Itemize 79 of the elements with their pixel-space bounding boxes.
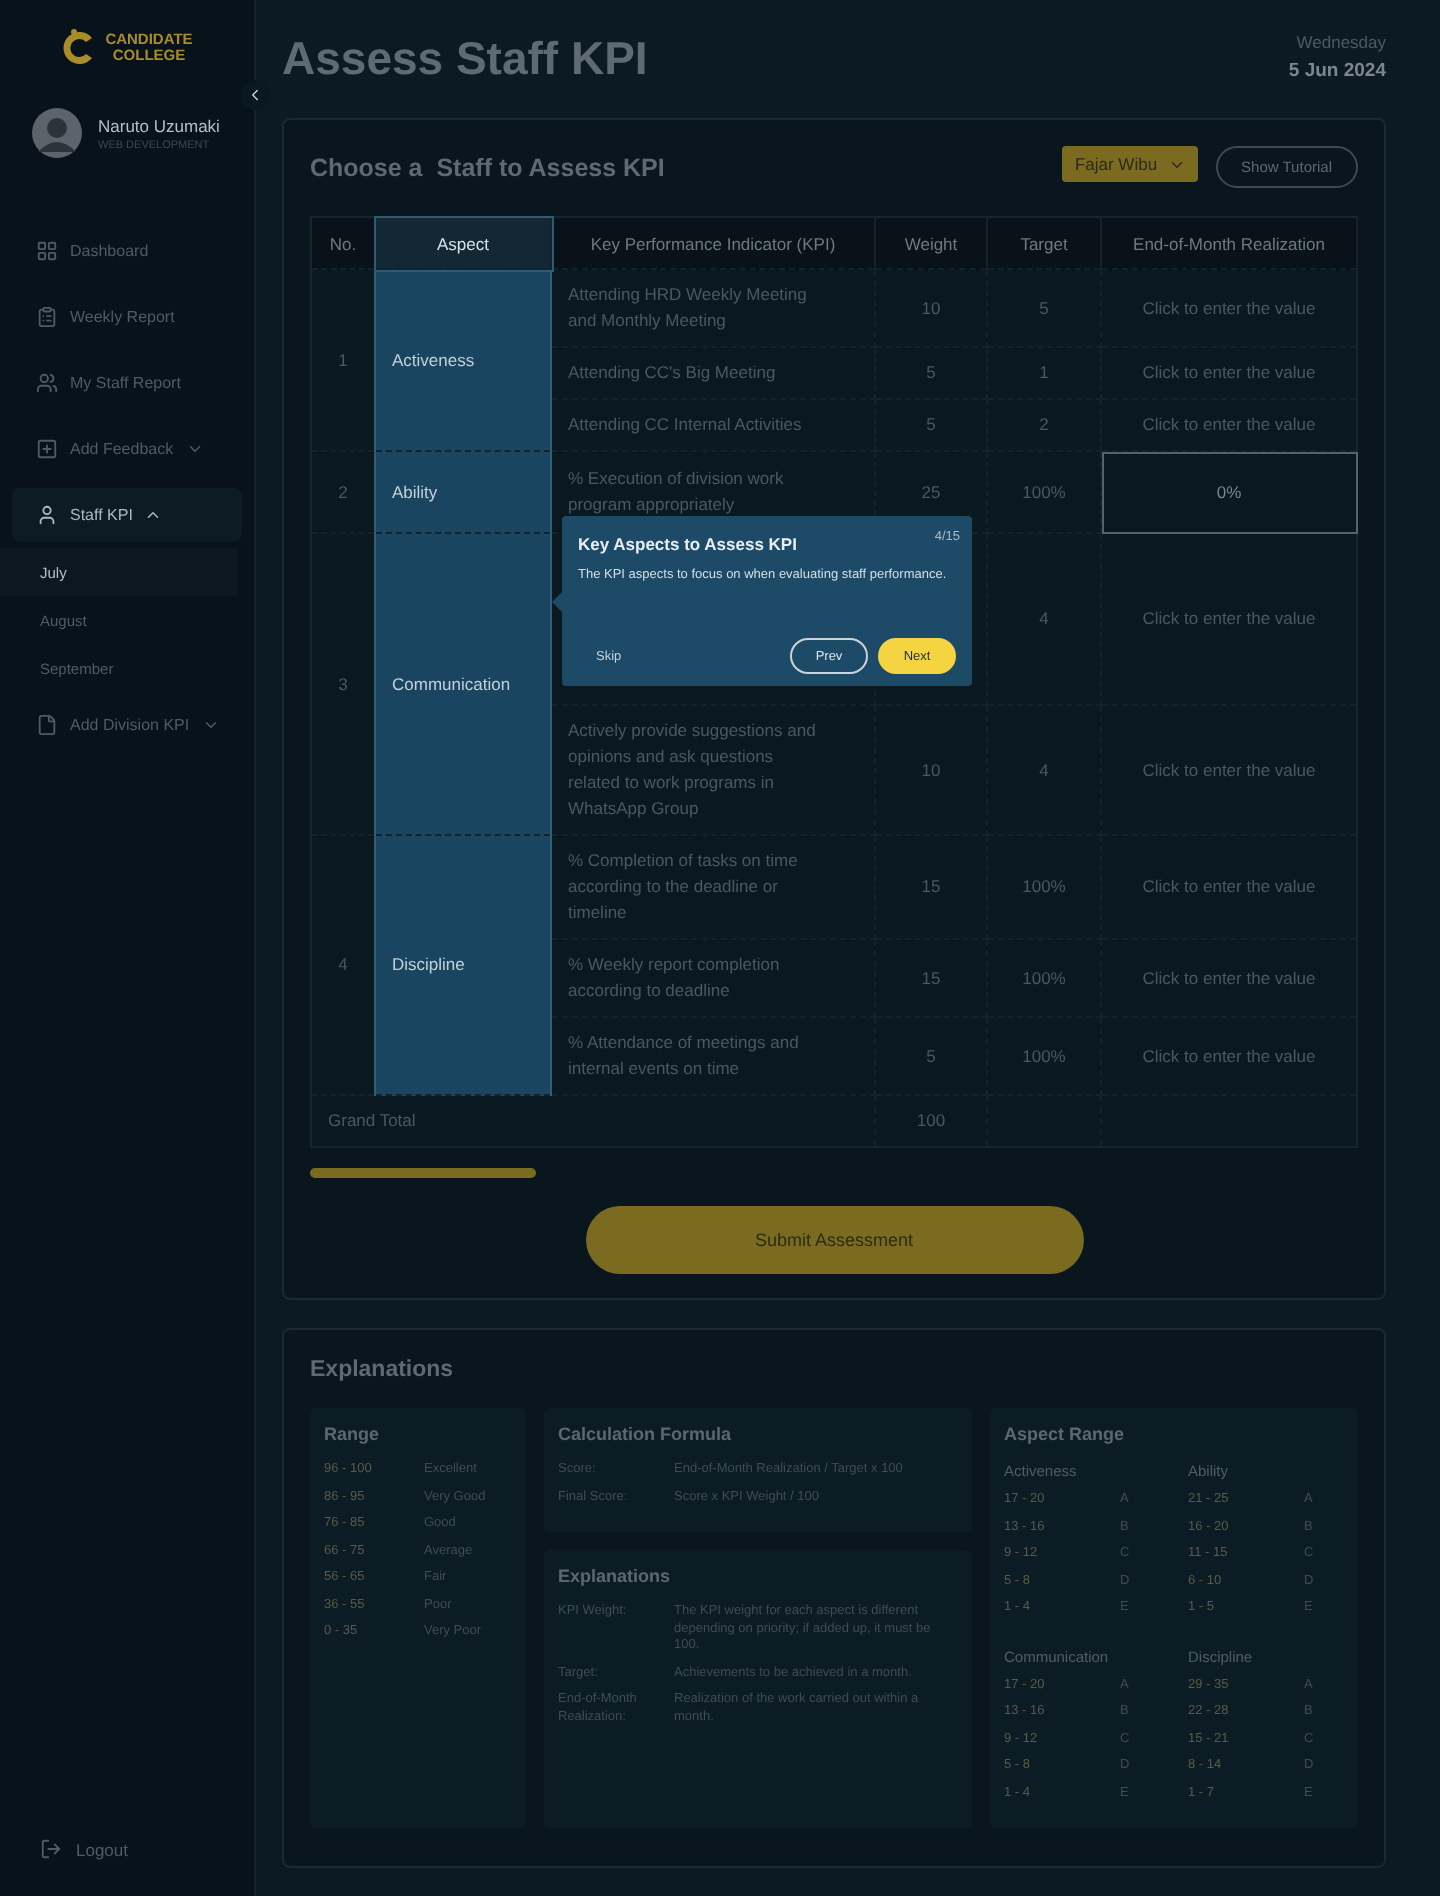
table-cell: 1 xyxy=(311,269,375,451)
table-cell: 15 xyxy=(875,835,987,939)
table-cell: % Completion of tasks on time according to the deadline or timeline xyxy=(551,835,875,939)
panel-title: Calculation Formula xyxy=(558,1424,734,1444)
value-field[interactable]: Click to enter the value xyxy=(1101,399,1357,451)
table-cell: 1 xyxy=(987,347,1101,399)
panel-title: Aspect Range xyxy=(1004,1424,1127,1444)
table-cell: % Attendance of meetings and internal events on time xyxy=(551,1017,875,1095)
table-cell: Attending CC's Big Meeting xyxy=(551,347,875,399)
date: 5 Jun 2024 xyxy=(1288,60,1386,82)
table-cell: 10 xyxy=(875,705,987,835)
table-cell: 5 xyxy=(987,269,1101,347)
submit-button[interactable]: Submit Assessment xyxy=(585,1206,1083,1274)
value-field[interactable]: Click to enter the value xyxy=(1101,705,1357,835)
page-title: Assess Staff KPI xyxy=(282,32,648,86)
table-cell: Discipline xyxy=(375,835,551,1095)
chevron-left-icon xyxy=(246,86,264,104)
grid-icon xyxy=(36,240,58,262)
table-cell: 100% xyxy=(987,835,1101,939)
weekday: Wednesday xyxy=(1296,32,1386,52)
table-cell: % Weekly report completion according to deadline xyxy=(551,939,875,1017)
table-cell: Ability xyxy=(375,451,551,533)
value-field[interactable]: Click to enter the value xyxy=(1101,347,1357,399)
logout-link[interactable]: Logout xyxy=(0,1838,254,1860)
logout-icon xyxy=(40,1838,62,1860)
table-cell: Attending CC Internal Activities xyxy=(551,399,875,451)
table-cell: 5 xyxy=(875,347,987,399)
value-field[interactable]: Click to enter the value xyxy=(1101,939,1357,1017)
table-cell: 2 xyxy=(311,451,375,533)
table-cell: 4 xyxy=(987,533,1101,705)
staff-select[interactable]: Fajar Wibu xyxy=(1062,146,1198,182)
column-header: End-of-Month Realization xyxy=(1101,217,1357,269)
column-header: Key Performance Indicator (KPI) xyxy=(551,217,875,269)
table-cell: Communication xyxy=(375,533,551,835)
table-cell: Grand Total xyxy=(311,1095,875,1147)
column-header: No. xyxy=(311,217,375,269)
person-icon xyxy=(36,504,58,526)
document-icon xyxy=(36,306,58,328)
table-cell: 15 xyxy=(875,939,987,1017)
table-cell: 5 xyxy=(875,1017,987,1095)
scrollbar[interactable] xyxy=(310,1168,536,1178)
column-header: Target xyxy=(987,217,1101,269)
table-cell: 4 xyxy=(987,705,1101,835)
value-field[interactable]: Click to enter the value xyxy=(1101,835,1357,939)
table-cell: 100 xyxy=(875,1095,987,1147)
table-cell: 2 xyxy=(987,399,1101,451)
nav-item[interactable]: Dashboard xyxy=(12,224,242,278)
card-title: Choose a Staff to Assess KPI xyxy=(310,153,665,181)
table-cell: Activeness xyxy=(375,269,551,451)
nav-item[interactable]: Add Feedback xyxy=(12,422,242,476)
table-cell: 100% xyxy=(987,1017,1101,1095)
nav-item[interactable]: Staff KPI xyxy=(12,488,242,542)
table-cell: Attending HRD Weekly Meeting and Monthly Meeting xyxy=(551,269,875,347)
section-title: Explanations xyxy=(310,1358,456,1382)
value-field[interactable]: Click to enter the value xyxy=(1101,269,1357,347)
table-cell: Actively provide suggestions and opinions and ask questions related to work programs in WhatsApp Group xyxy=(551,705,875,835)
nav-item[interactable]: Weekly Report xyxy=(12,290,242,344)
logo-icon xyxy=(61,28,98,68)
nav-item[interactable]: My Staff Report xyxy=(12,356,242,410)
column-header: Weight xyxy=(875,217,987,269)
table-cell: 100% xyxy=(987,451,1101,533)
popover-title: Key Aspects to Assess KPI xyxy=(578,534,797,554)
table-cell: 5 xyxy=(875,399,987,451)
nav-item[interactable]: Add Division KPI xyxy=(12,698,242,752)
people-icon xyxy=(36,372,58,394)
avatar xyxy=(32,108,82,158)
value-field[interactable]: Click to enter the value xyxy=(1101,533,1357,705)
column-header: Aspect xyxy=(375,217,551,269)
profile-name: Naruto Uzumaki xyxy=(98,115,220,135)
table-cell: 4 xyxy=(311,835,375,1095)
plus-square-icon xyxy=(36,438,58,460)
table-cell: 100% xyxy=(987,939,1101,1017)
panel-title: Range xyxy=(324,1424,382,1444)
panel-title: Explanations xyxy=(558,1566,673,1586)
file-icon xyxy=(36,714,58,736)
table-cell: 3 xyxy=(311,533,375,835)
value-field[interactable]: Click to enter the value xyxy=(1101,1017,1357,1095)
table-cell: 10 xyxy=(875,269,987,347)
value-field[interactable]: 0% xyxy=(1101,451,1357,533)
